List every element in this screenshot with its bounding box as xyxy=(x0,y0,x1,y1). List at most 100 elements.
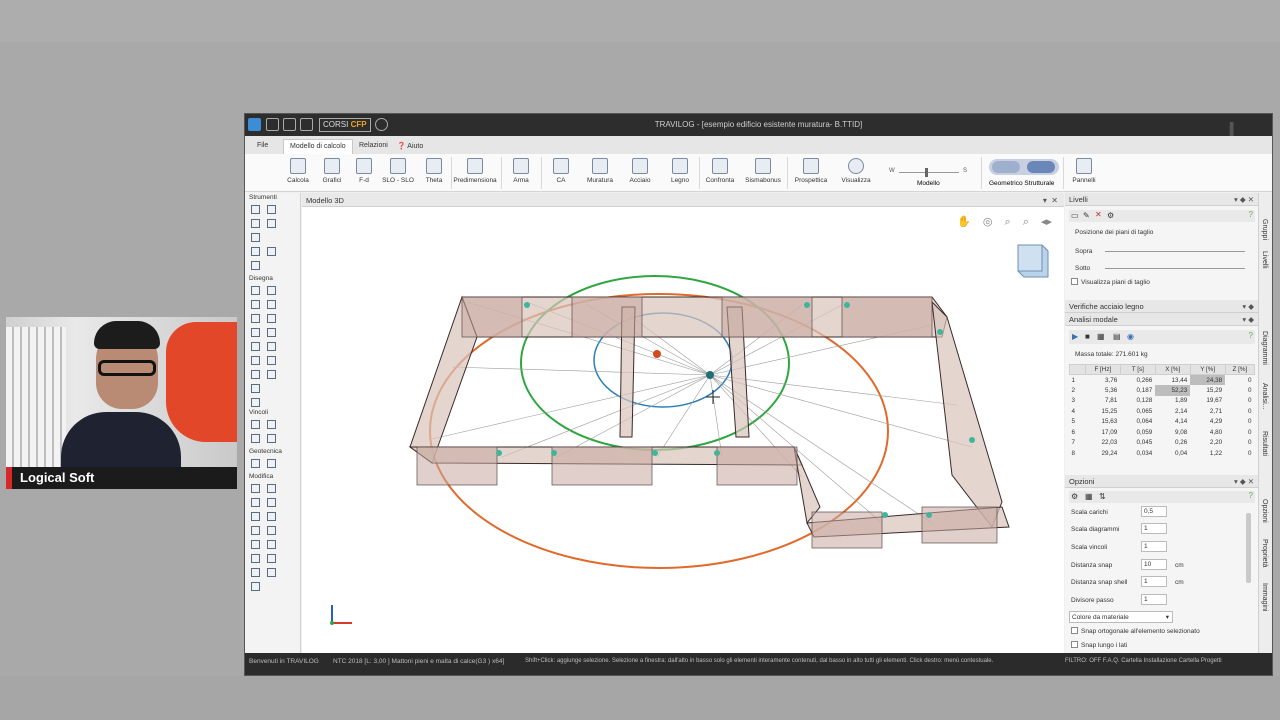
pan-tool-icon[interactable] xyxy=(251,233,260,242)
snap-lungo-checkbox[interactable]: Snap lungo i lati xyxy=(1071,641,1127,649)
scala-vincoli-input[interactable]: 1 xyxy=(1141,541,1167,552)
sopra-slider[interactable] xyxy=(1105,251,1245,252)
draw-extra-icon[interactable] xyxy=(251,384,260,393)
table-row[interactable]: 1 3,76 0,266 13,44 24,38 0 xyxy=(1070,374,1255,385)
edit-scale-icon[interactable] xyxy=(267,554,276,563)
pannelli-button[interactable]: Pannelli xyxy=(1065,156,1103,190)
panel-pin-icon[interactable]: ▾ ◆ xyxy=(1242,302,1254,311)
undo-icon[interactable] xyxy=(267,205,276,214)
support-spring-icon[interactable] xyxy=(251,434,260,443)
new-level-icon[interactable]: ▭ xyxy=(1071,211,1079,220)
draw-opening-icon[interactable] xyxy=(267,314,276,323)
edit-extend-icon[interactable] xyxy=(267,512,276,521)
slo-button[interactable]: SLO - SLO xyxy=(379,156,417,190)
ca-button[interactable]: CA xyxy=(542,156,580,190)
divisore-passo-stepper[interactable]: 1 xyxy=(1141,594,1167,605)
edit-rotate-icon[interactable] xyxy=(267,484,276,493)
draw-text-icon[interactable] xyxy=(251,370,260,379)
edit-split-icon[interactable] xyxy=(267,498,276,507)
draw-slab-icon[interactable] xyxy=(251,314,260,323)
edit-align-icon[interactable] xyxy=(267,526,276,535)
calcola-button[interactable]: Calcola xyxy=(279,156,317,190)
opzioni-scrollbar[interactable] xyxy=(1246,513,1251,583)
table-icon[interactable]: ▦ xyxy=(1097,332,1105,341)
level-options-icon[interactable]: ⚙ xyxy=(1107,211,1114,220)
edit-level-icon[interactable]: ✎ xyxy=(1083,211,1090,220)
draw-node-icon[interactable] xyxy=(251,286,260,295)
edit-node-icon[interactable] xyxy=(251,498,260,507)
legno-button[interactable]: Legno xyxy=(661,156,699,190)
scala-carichi-input[interactable]: 0,5 xyxy=(1141,506,1167,517)
status-links[interactable]: FILTRO: OFF F.A.Q. Cartella Installazion… xyxy=(1065,658,1222,664)
model-slider[interactable]: W S xyxy=(889,168,969,178)
tab-aiuto[interactable]: ❓ Aiuto xyxy=(391,139,429,154)
options-tree-icon[interactable]: ⚙ xyxy=(1071,492,1078,501)
grid-tool-icon[interactable] xyxy=(251,261,260,270)
table-row[interactable]: 5 15,63 0,064 4,14 4,29 0 xyxy=(1070,417,1255,428)
visualizza-piani-checkbox[interactable]: Visualizza piani di taglio xyxy=(1071,278,1150,286)
draw-dim-icon[interactable] xyxy=(267,370,276,379)
export-icon[interactable]: ▤ xyxy=(1113,332,1121,341)
prospettica-button[interactable]: Prospettica xyxy=(789,156,833,190)
table-row[interactable]: 3 7,81 0,128 1,89 19,67 0 xyxy=(1070,396,1255,407)
support-roller-icon[interactable] xyxy=(267,434,276,443)
tab-relazioni[interactable]: Relazioni xyxy=(353,139,394,154)
edit-offset-icon[interactable] xyxy=(251,540,260,549)
copy-tool-icon[interactable] xyxy=(267,247,276,256)
draw-roof-icon[interactable] xyxy=(267,342,276,351)
move-tool-icon[interactable] xyxy=(251,219,260,228)
support-fixed-icon[interactable] xyxy=(267,420,276,429)
draw-wall-icon[interactable] xyxy=(251,300,260,309)
select-tool-icon[interactable] xyxy=(251,205,260,214)
edit-delete-icon[interactable] xyxy=(251,582,260,591)
distanza-snap-shell-input[interactable]: 1 xyxy=(1141,576,1167,587)
table-row[interactable]: 4 15,25 0,065 2,14 2,71 0 xyxy=(1070,406,1255,417)
vtab-livelli[interactable]: Livelli xyxy=(1261,251,1268,269)
run-icon[interactable]: ▶ xyxy=(1072,332,1078,341)
soil-icon[interactable] xyxy=(251,459,260,468)
scala-diagrammi-input[interactable]: 1 xyxy=(1141,523,1167,534)
visualizza-button[interactable]: Visualizza xyxy=(837,156,875,190)
vtab-analisi[interactable]: Analisi... xyxy=(1261,383,1268,409)
table-row[interactable]: 8 29,24 0,034 0,04 1,22 0 xyxy=(1070,448,1255,459)
vtab-immagini[interactable]: Immagini xyxy=(1261,583,1268,611)
confronta-button[interactable]: Confronta xyxy=(701,156,739,190)
arma-button[interactable]: Arma xyxy=(502,156,540,190)
tab-modello-di-calcolo[interactable]: Modello di calcolo xyxy=(283,139,353,154)
geometric-structural-toggle[interactable] xyxy=(989,159,1059,175)
theta-button[interactable]: Theta xyxy=(415,156,453,190)
edit-move-icon[interactable] xyxy=(251,484,260,493)
draw-pier-icon[interactable] xyxy=(267,356,276,365)
support-pin-icon[interactable] xyxy=(251,420,260,429)
redo-icon[interactable] xyxy=(267,219,276,228)
slider-knob[interactable] xyxy=(925,168,928,177)
snap-ortogonale-checkbox[interactable]: Snap ortogonale all'elemento selezionato xyxy=(1071,627,1200,635)
draw-load-icon[interactable] xyxy=(267,328,276,337)
colore-select[interactable]: Colore da materiale ▾ xyxy=(1069,611,1173,623)
vtab-proprieta[interactable]: Proprietà xyxy=(1261,539,1268,567)
help-circle-icon[interactable]: ? xyxy=(1249,491,1253,500)
draw-shell-icon[interactable] xyxy=(251,328,260,337)
stop-icon[interactable]: ■ xyxy=(1085,332,1090,341)
panel-pin-icon[interactable]: ▾ ◆ ✕ xyxy=(1234,195,1254,204)
measure-tool-icon[interactable] xyxy=(251,247,260,256)
vtab-risultati[interactable]: Risultati xyxy=(1261,431,1268,456)
sotto-slider[interactable] xyxy=(1105,268,1245,269)
draw-stair-icon[interactable] xyxy=(251,342,260,351)
help-circle-icon[interactable]: ? xyxy=(1249,210,1253,219)
distanza-snap-input[interactable]: 10 xyxy=(1141,559,1167,570)
sismabonus-button[interactable]: Sismabonus xyxy=(743,156,783,190)
vtab-diagrammi[interactable]: Diagrammi xyxy=(1261,331,1268,365)
table-row[interactable]: 7 22,03 0,045 0,26 2,20 0 xyxy=(1070,438,1255,449)
vtab-gruppi[interactable]: Gruppi xyxy=(1261,219,1268,240)
edit-mirror-icon[interactable] xyxy=(251,512,260,521)
options-grid-icon[interactable]: ▦ xyxy=(1085,492,1093,501)
eye-mode-icon[interactable]: ◉ xyxy=(1127,332,1134,341)
panel-close-icon[interactable]: ▾ ◆ ✕ xyxy=(1234,477,1254,486)
edit-trim-icon[interactable] xyxy=(251,526,260,535)
panel-pin-icon[interactable]: ▾ ◆ xyxy=(1242,315,1254,324)
model-3d-viewport[interactable]: Modello 3D ▾ ✕ ✋ ◎ ⌕ ⌕ ◂▸ xyxy=(302,193,1064,653)
fd-button[interactable]: F-d xyxy=(345,156,383,190)
edit-break-icon[interactable] xyxy=(251,568,260,577)
draw-column-icon[interactable] xyxy=(267,300,276,309)
